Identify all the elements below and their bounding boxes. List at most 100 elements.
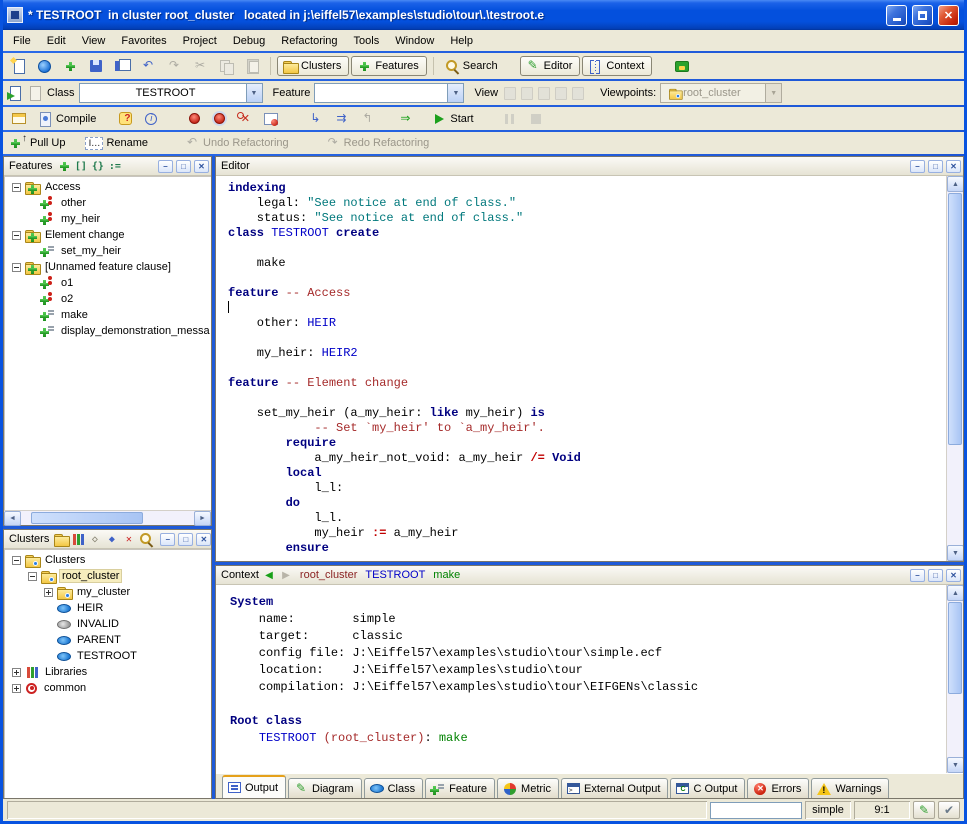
chevron-down-icon[interactable]: ▼: [447, 84, 463, 102]
info-button[interactable]: i: [139, 109, 163, 129]
rename-button[interactable]: I…Rename: [81, 134, 152, 153]
panel-maximize-button[interactable]: □: [176, 160, 191, 173]
crumb-cluster[interactable]: root_cluster: [300, 569, 357, 581]
libraries-tool-icon[interactable]: [69, 531, 86, 547]
compile-button[interactable]: Compile: [33, 109, 100, 129]
expander-minus-icon[interactable]: [12, 231, 21, 240]
features-tree-item-make[interactable]: make: [8, 307, 211, 323]
chevron-down-icon[interactable]: ▼: [246, 84, 262, 102]
delete-icon[interactable]: ✕: [120, 531, 137, 547]
step-over-icon[interactable]: ↳: [303, 109, 327, 129]
features-tree-item-element-change[interactable]: Element change: [8, 227, 211, 243]
breakpoints-icon[interactable]: [208, 109, 231, 128]
context-vscrollbar[interactable]: ▲ ▼: [946, 585, 963, 773]
expander-plus-icon[interactable]: [12, 684, 21, 693]
remove-diamond-icon[interactable]: ◇: [86, 531, 103, 547]
panel-maximize-button[interactable]: □: [928, 160, 943, 173]
new-item-icon[interactable]: [58, 56, 82, 76]
panel-maximize-button[interactable]: □: [928, 569, 943, 582]
scroll-right-button[interactable]: ►: [194, 511, 211, 526]
class-combo[interactable]: TESTROOT ▼: [79, 83, 263, 103]
search-button[interactable]: Search: [440, 56, 502, 76]
features-tree-item-access[interactable]: Access: [8, 179, 211, 195]
feature-braces-icon[interactable]: {}: [89, 158, 106, 174]
project-settings-button[interactable]: [7, 109, 31, 128]
crumb-class[interactable]: TESTROOT: [365, 569, 425, 581]
expander-minus-icon[interactable]: [28, 572, 37, 581]
clusters-tree-item-common[interactable]: common: [8, 680, 211, 696]
feature-brackets-icon[interactable]: []: [72, 158, 89, 174]
features-tree-item-unnamed-feature-clause[interactable]: [Unnamed feature clause]: [8, 259, 211, 275]
menu-window[interactable]: Window: [387, 32, 442, 50]
save-icon[interactable]: [84, 56, 108, 76]
panel-minimize-button[interactable]: –: [158, 160, 173, 173]
clusters-tree-item-heir[interactable]: HEIR: [8, 600, 211, 616]
error-info-button[interactable]: [114, 109, 137, 128]
panel-close-button[interactable]: ✕: [196, 533, 211, 546]
feature-assign-icon[interactable]: :=: [106, 158, 123, 174]
menu-view[interactable]: View: [74, 32, 114, 50]
scroll-up-button[interactable]: ▲: [947, 585, 963, 601]
undo-icon[interactable]: ↶: [136, 56, 160, 76]
pull-up-button[interactable]: Pull Up: [7, 133, 69, 153]
expander-minus-icon[interactable]: [12, 263, 21, 272]
scroll-left-button[interactable]: ◄: [4, 511, 21, 526]
panel-close-button[interactable]: ✕: [946, 160, 961, 173]
tab-diagram[interactable]: ✎Diagram: [288, 778, 362, 798]
tab-errors[interactable]: Errors: [747, 778, 809, 798]
edit-mode-button[interactable]: ✎: [913, 801, 935, 819]
panel-minimize-button[interactable]: –: [910, 569, 925, 582]
context-output[interactable]: System name: simple target: classic conf…: [216, 585, 946, 773]
maximize-button[interactable]: [912, 5, 933, 26]
features-hscrollbar[interactable]: ◄ ►: [4, 510, 211, 525]
features-tree-item-display-demonstration-messa[interactable]: display_demonstration_messa: [8, 323, 211, 339]
panel-minimize-button[interactable]: –: [910, 160, 925, 173]
clusters-button[interactable]: Clusters: [277, 56, 349, 76]
scroll-track[interactable]: [947, 601, 963, 757]
save-all-icon[interactable]: [110, 56, 134, 76]
editor-vscrollbar[interactable]: ▲ ▼: [946, 176, 963, 561]
new-cluster-icon[interactable]: [52, 531, 69, 547]
new-feature-icon[interactable]: [55, 158, 72, 174]
step-into-icon[interactable]: ⇉: [329, 109, 353, 129]
remove-breakpoints-icon[interactable]: ✕: [233, 109, 257, 129]
check-button[interactable]: ✔: [938, 801, 960, 819]
status-input[interactable]: [710, 802, 802, 819]
editor-code[interactable]: indexing legal: "See notice at end of cl…: [216, 176, 946, 561]
menu-refactoring[interactable]: Refactoring: [273, 32, 345, 50]
clusters-tree-item-clusters[interactable]: Clusters: [8, 552, 211, 568]
drop-breakpoint-icon[interactable]: [183, 109, 206, 128]
tab-metric[interactable]: Metric: [497, 778, 559, 798]
features-tree-item-my-heir[interactable]: my_heir: [8, 211, 211, 227]
features-button[interactable]: Features: [351, 56, 426, 76]
scroll-thumb[interactable]: [948, 193, 962, 445]
open-icon[interactable]: [33, 57, 56, 76]
scroll-down-button[interactable]: ▼: [947, 757, 963, 773]
menu-debug[interactable]: Debug: [225, 32, 273, 50]
editor-button[interactable]: ✎Editor: [520, 56, 581, 76]
menu-edit[interactable]: Edit: [39, 32, 74, 50]
clusters-tree-item-my-cluster[interactable]: my_cluster: [8, 584, 211, 600]
tab-external-output[interactable]: External Output: [561, 778, 668, 798]
run-to-cursor-icon[interactable]: ⇒: [393, 109, 417, 129]
ignore-breakpoints-icon[interactable]: [259, 109, 283, 129]
features-tree-item-o1[interactable]: o1: [8, 275, 211, 291]
menu-file[interactable]: File: [5, 32, 39, 50]
menu-project[interactable]: Project: [175, 32, 225, 50]
clusters-tree-item-testroot[interactable]: TESTROOT: [8, 648, 211, 664]
clusters-tree-item-libraries[interactable]: Libraries: [8, 664, 211, 680]
back-icon[interactable]: ◀: [262, 570, 276, 581]
features-tree-item-set-my-heir[interactable]: set_my_heir: [8, 243, 211, 259]
features-tree-item-o2[interactable]: o2: [8, 291, 211, 307]
clusters-tree-item-parent[interactable]: PARENT: [8, 632, 211, 648]
panel-close-button[interactable]: ✕: [946, 569, 961, 582]
tab-feature[interactable]: Feature: [425, 778, 495, 798]
external-commands-icon[interactable]: [670, 57, 694, 76]
scroll-thumb[interactable]: [948, 602, 962, 694]
expander-plus-icon[interactable]: [44, 588, 53, 597]
panel-maximize-button[interactable]: □: [178, 533, 193, 546]
feature-combo[interactable]: ▼: [314, 83, 464, 103]
features-tree-item-other[interactable]: other: [8, 195, 211, 211]
menu-help[interactable]: Help: [442, 32, 481, 50]
titlebar[interactable]: * TESTROOT in cluster root_cluster locat…: [3, 0, 964, 30]
